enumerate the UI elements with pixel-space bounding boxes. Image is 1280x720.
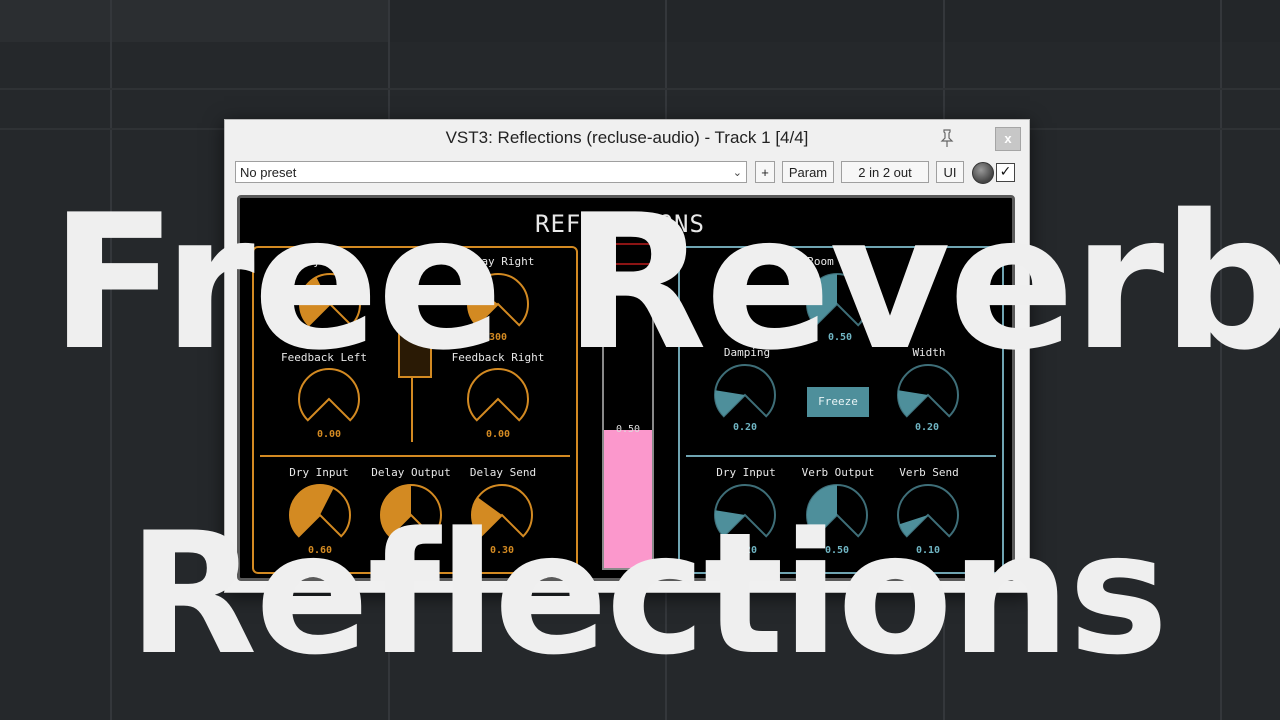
knob-label: Dry Input <box>716 466 776 479</box>
pin-icon[interactable] <box>937 128 957 148</box>
overlay-subtitle: Reflections <box>128 496 1168 692</box>
overlay-title: Free Reverb <box>50 174 1280 391</box>
knob-value: 0.20 <box>914 422 940 433</box>
daw-top-bar <box>0 0 1280 42</box>
reverb-panel-divider <box>686 455 996 457</box>
knob-label: Delay Output <box>371 466 451 479</box>
knob-label: Delay Send <box>469 466 537 479</box>
close-button[interactable]: x <box>995 127 1021 151</box>
knob-label: Dry Input <box>289 466 349 479</box>
daw-top-bar-dark <box>390 0 1280 42</box>
title-bar[interactable]: VST3: Reflections (recluse-audio) - Trac… <box>225 120 1029 156</box>
delay-panel-divider <box>260 455 570 457</box>
freeze-button[interactable]: Freeze <box>807 387 869 417</box>
knob-value: 0.00 <box>316 429 342 440</box>
window-title: VST3: Reflections (recluse-audio) - Trac… <box>445 128 809 147</box>
mix-meter-value: 0.50 <box>615 424 641 435</box>
knob-value: 0.00 <box>485 429 511 440</box>
grid-line <box>0 88 1280 90</box>
knob-value: 0.20 <box>732 422 758 433</box>
knob-label: Verb Output <box>801 466 875 479</box>
knob-label: Verb Send <box>899 466 959 479</box>
